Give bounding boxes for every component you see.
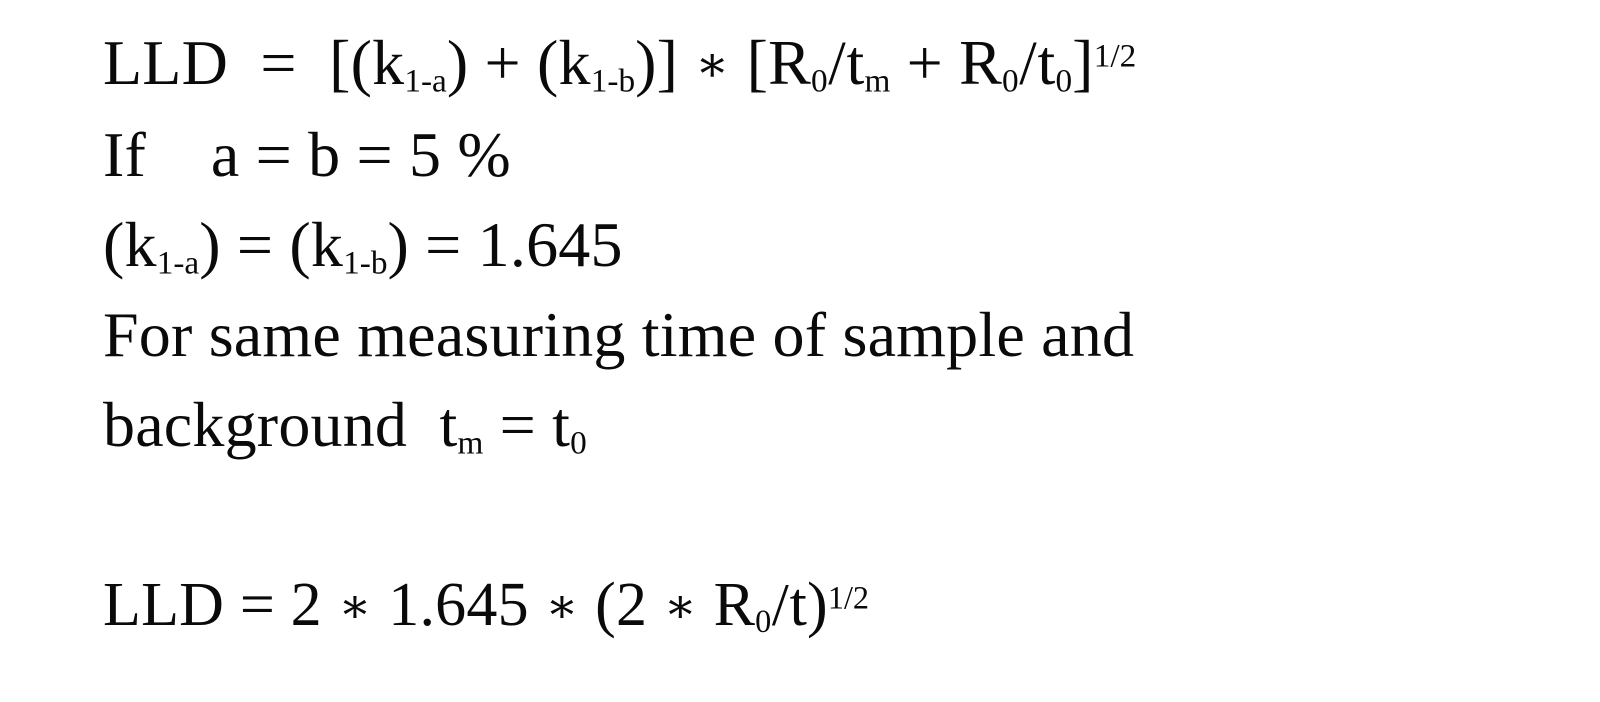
formula-line-lld-definition: LLD = [(k1-a) + (k1-b)] ∗ [R0/tm + R0/t0…	[103, 18, 1553, 110]
formula-text: background t	[103, 389, 458, 461]
subscript: 0	[570, 424, 587, 462]
multiplication-operator-icon: ∗	[545, 580, 579, 634]
subscript: 1-b	[343, 244, 388, 282]
formula-line-spacer-blank-line	[103, 470, 1553, 560]
formula-line-same-time-statement-part1: For same measuring time of sample and	[103, 290, 1553, 380]
division-slash: /	[771, 572, 789, 640]
superscript: 1/2	[1093, 37, 1137, 75]
formula-text: ) + (k	[446, 27, 591, 98]
formula-text: [R	[730, 27, 812, 98]
subscript: m	[864, 62, 891, 100]
formula-text: For same measuring time of sample and	[103, 299, 1135, 371]
formula-text: = t	[483, 389, 571, 461]
formula-text-block: LLD = [(k1-a) + (k1-b)] ∗ [R0/tm + R0/t0…	[103, 18, 1553, 652]
formula-text: t	[1037, 27, 1056, 98]
formula-line-assumption-alpha-beta: If a = b = 5 %	[103, 110, 1553, 200]
formula-text: ) = 1.645	[387, 209, 623, 281]
subscript: 0	[811, 62, 828, 100]
formula-text: ]	[1072, 27, 1094, 98]
subscript: 0	[1002, 62, 1019, 100]
superscript: 1/2	[827, 579, 870, 616]
formula-text: 1.645	[372, 571, 545, 640]
subscript: m	[457, 424, 484, 462]
formula-line-lld-simplified: LLD = 2 ∗ 1.645 ∗ (2 ∗ R0/t)1/2	[103, 560, 1553, 652]
subscript: 0	[755, 603, 772, 640]
formula-text: LLD = 2	[103, 571, 338, 640]
formula-text: LLD = [(k	[103, 27, 405, 98]
division-slash: /	[1019, 28, 1037, 98]
formula-text: R	[697, 571, 756, 640]
formula-text: If a = b = 5 %	[103, 119, 511, 191]
formula-text: (2	[579, 571, 663, 640]
subscript: 0	[1055, 62, 1073, 100]
formula-text: (k	[103, 209, 157, 281]
subscript: 1-a	[404, 62, 447, 100]
formula-text: ) = (k	[199, 209, 344, 281]
formula-line-k-value: (k1-a) = (k1-b) = 1.645	[103, 200, 1553, 290]
slide-canvas: LLD = [(k1-a) + (k1-b)] ∗ [R0/tm + R0/t0…	[0, 0, 1600, 702]
multiplication-operator-icon: ∗	[695, 37, 730, 93]
subscript: 1-b	[590, 62, 636, 100]
formula-text: t)	[789, 571, 828, 640]
division-slash: /	[828, 28, 846, 98]
formula-text: t	[846, 27, 865, 98]
multiplication-operator-icon: ∗	[663, 580, 697, 634]
formula-text: )]	[635, 27, 695, 98]
formula-text: + R	[890, 27, 1003, 98]
formula-line-same-time-statement-part2: background tm = t0	[103, 380, 1553, 470]
subscript: 1-a	[156, 244, 200, 282]
multiplication-operator-icon: ∗	[338, 580, 372, 634]
